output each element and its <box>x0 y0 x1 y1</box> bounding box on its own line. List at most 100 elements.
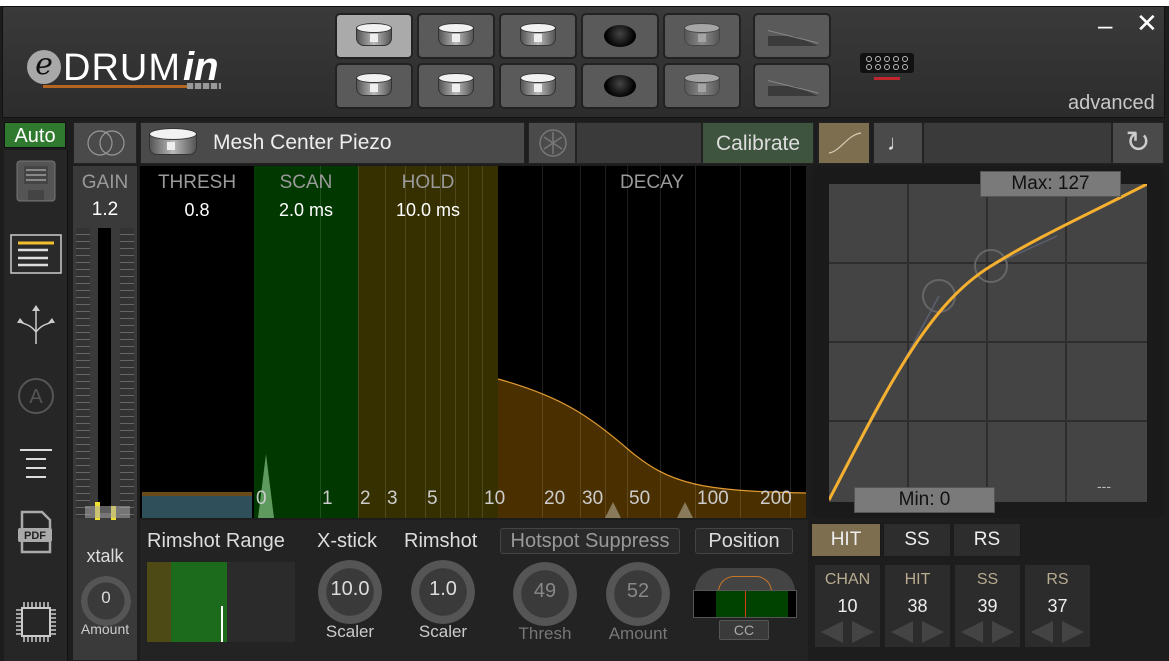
drum-icon <box>354 23 394 49</box>
time-tick-label: 100 <box>697 488 729 509</box>
min-badge[interactable]: Min: 0 <box>854 487 995 513</box>
pad-button-8[interactable] <box>499 63 577 109</box>
midi-field-ss: SS 39 <box>955 565 1020 647</box>
save-button[interactable] <box>4 158 68 204</box>
xstick-scaler-knob[interactable]: 10.0 <box>318 560 382 624</box>
pad-button-4[interactable] <box>581 13 659 59</box>
gain-value: 1.2 <box>91 199 119 220</box>
pad-button-7[interactable] <box>417 63 495 109</box>
connector-icon[interactable] <box>860 53 914 73</box>
sidebar-item-auto[interactable]: A <box>4 376 68 416</box>
pad-button-6[interactable] <box>335 63 413 109</box>
rimshot-scaler-knob[interactable]: 1.0 <box>411 560 475 624</box>
rimshot-value: 1.0 <box>429 578 457 600</box>
position-meter[interactable] <box>693 590 797 618</box>
decrement-arrow-icon[interactable] <box>891 621 913 643</box>
close-button[interactable]: ✕ <box>1136 8 1158 39</box>
chip-icon <box>16 602 56 642</box>
tab-hit[interactable]: HIT <box>811 523 881 557</box>
position-toggle[interactable]: Position <box>695 528 793 554</box>
time-gridline <box>405 166 406 518</box>
drum-icon <box>354 73 394 99</box>
xtalk-amount-knob[interactable]: 0 <box>81 576 131 626</box>
firmware-button[interactable] <box>4 600 68 644</box>
hotspot-amount-knob[interactable]: 52 <box>606 562 670 626</box>
sidebar-item-align[interactable] <box>4 446 68 482</box>
max-badge[interactable]: Max: 127 <box>980 171 1121 197</box>
tab-rs[interactable]: RS <box>953 523 1021 557</box>
link-button[interactable] <box>73 122 137 164</box>
time-gridline <box>425 166 426 518</box>
hotspot-suppress-toggle[interactable]: Hotspot Suppress <box>500 528 680 554</box>
decay-marker-1[interactable] <box>605 502 621 518</box>
decrement-arrow-icon[interactable] <box>961 621 983 643</box>
brand-button[interactable] <box>528 122 576 164</box>
gain-label: GAIN <box>81 172 129 193</box>
pdf-button[interactable]: PDF <box>4 508 68 556</box>
pad-button-10[interactable] <box>663 63 741 109</box>
pedal-button-1[interactable] <box>753 13 831 59</box>
gain-slider-track[interactable] <box>98 228 111 513</box>
midi-field-label: HIT <box>904 571 931 588</box>
increment-arrow-icon[interactable] <box>922 621 944 643</box>
decrement-arrow-icon[interactable] <box>1031 621 1053 643</box>
drum-icon <box>682 73 722 99</box>
pad-button-2[interactable] <box>417 13 495 59</box>
increment-arrow-icon[interactable] <box>992 621 1014 643</box>
time-gridline <box>605 166 606 518</box>
auto-button[interactable]: Auto <box>4 122 66 148</box>
minimize-button[interactable]: – <box>1098 10 1112 41</box>
cc-button[interactable]: CC <box>719 620 769 640</box>
decay-curve <box>497 378 806 518</box>
midi-field-label: SS <box>976 571 999 588</box>
increment-arrow-icon[interactable] <box>1062 621 1084 643</box>
pad-name-field[interactable]: Mesh Center Piezo <box>140 122 525 164</box>
decay-marker-2[interactable] <box>677 502 693 518</box>
align-icon <box>20 449 52 478</box>
sidebar-item-routing[interactable] <box>4 302 68 346</box>
pad-button-9[interactable] <box>581 63 659 109</box>
hotspot-thresh-value: 49 <box>533 580 557 602</box>
hotspot-thresh-knob[interactable]: 49 <box>513 562 577 626</box>
brand-logo-icon <box>539 129 567 157</box>
bottom-panel: Rimshot Range X-stick 10.0 Scaler Rimsho… <box>140 520 808 661</box>
xtalk-value: 0 <box>101 588 111 607</box>
refresh-button[interactable]: ↻ <box>1112 122 1164 164</box>
midi-field-value: 10 <box>837 596 858 616</box>
pad-button-1[interactable] <box>335 13 413 59</box>
drum-icon <box>147 128 199 158</box>
xtalk-label: xtalk <box>86 546 124 566</box>
toolbar-spacer <box>576 122 702 164</box>
decrement-arrow-icon[interactable] <box>821 621 843 643</box>
time-tick-label: 2 <box>360 488 371 509</box>
velocity-curve-grid[interactable] <box>827 182 1148 502</box>
curve-button[interactable] <box>818 122 870 164</box>
pad-button-3[interactable] <box>499 13 577 59</box>
time-tick-label: 200 <box>760 488 792 509</box>
calibrate-button[interactable]: Calibrate <box>702 122 814 164</box>
tab-ss[interactable]: SS <box>883 523 951 557</box>
increment-arrow-icon[interactable] <box>852 621 874 643</box>
list-icon <box>10 234 62 274</box>
position-indicator <box>745 591 746 617</box>
pedal-button-2[interactable] <box>753 63 831 109</box>
logo-e: e <box>27 50 61 84</box>
gain-slider-handle[interactable] <box>85 506 130 518</box>
midi-field-value: 38 <box>907 596 928 616</box>
rimshot-range-slider[interactable] <box>147 562 295 642</box>
mode-label[interactable]: advanced <box>1068 92 1155 115</box>
midi-field-value: 39 <box>977 596 998 616</box>
time-gridline <box>455 166 456 518</box>
rimshot-caption: Scaler <box>418 622 468 641</box>
velocity-curve <box>827 182 1148 502</box>
curve-status: --- <box>1097 478 1111 494</box>
pdf-icon: PDF <box>18 510 52 554</box>
sidebar-item-list[interactable] <box>4 234 68 274</box>
note-button[interactable]: ♩ <box>873 122 923 164</box>
time-gridline <box>660 166 661 518</box>
trigger-graph[interactable]: THRESH 0.8 SCAN 2.0 ms HOLD 10.0 ms DECA… <box>140 166 806 518</box>
logo-drum: DRUM <box>63 47 181 89</box>
pad-button-5[interactable] <box>663 13 741 59</box>
time-tick-label: 50 <box>629 488 651 509</box>
time-tick-label: 20 <box>544 488 566 509</box>
